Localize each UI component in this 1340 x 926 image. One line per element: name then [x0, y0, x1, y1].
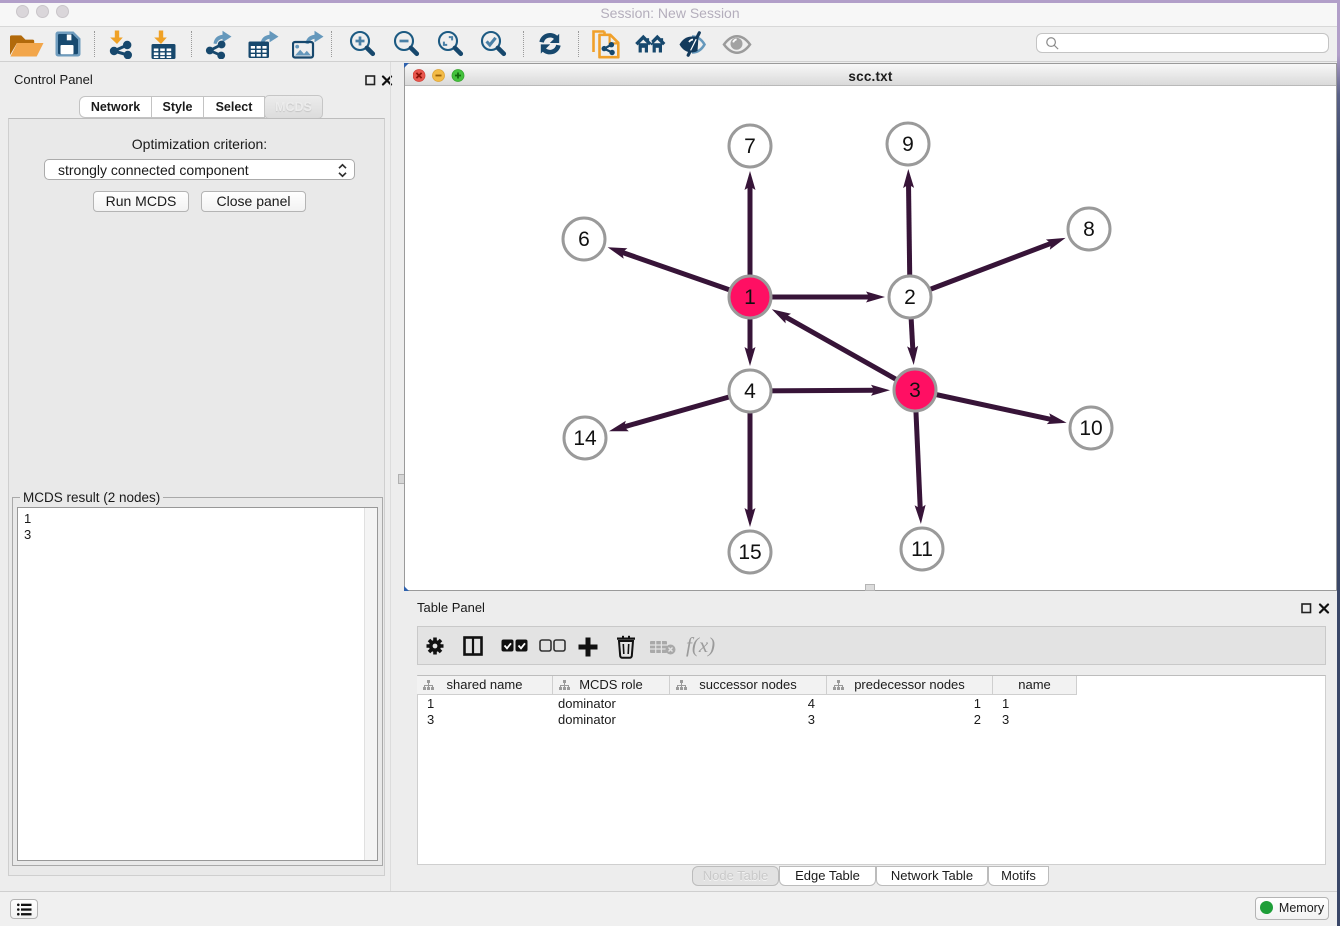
- svg-text:10: 10: [1079, 417, 1102, 440]
- svg-text:9: 9: [902, 133, 914, 156]
- svg-text:7: 7: [744, 135, 756, 158]
- svg-text:4: 4: [744, 380, 756, 403]
- svg-text:11: 11: [911, 538, 933, 561]
- svg-text:3: 3: [909, 379, 921, 402]
- svg-text:2: 2: [904, 286, 916, 309]
- svg-text:6: 6: [578, 228, 590, 251]
- svg-text:1: 1: [744, 286, 756, 309]
- svg-text:14: 14: [573, 427, 597, 450]
- svg-text:8: 8: [1083, 218, 1095, 241]
- svg-text:15: 15: [738, 541, 761, 564]
